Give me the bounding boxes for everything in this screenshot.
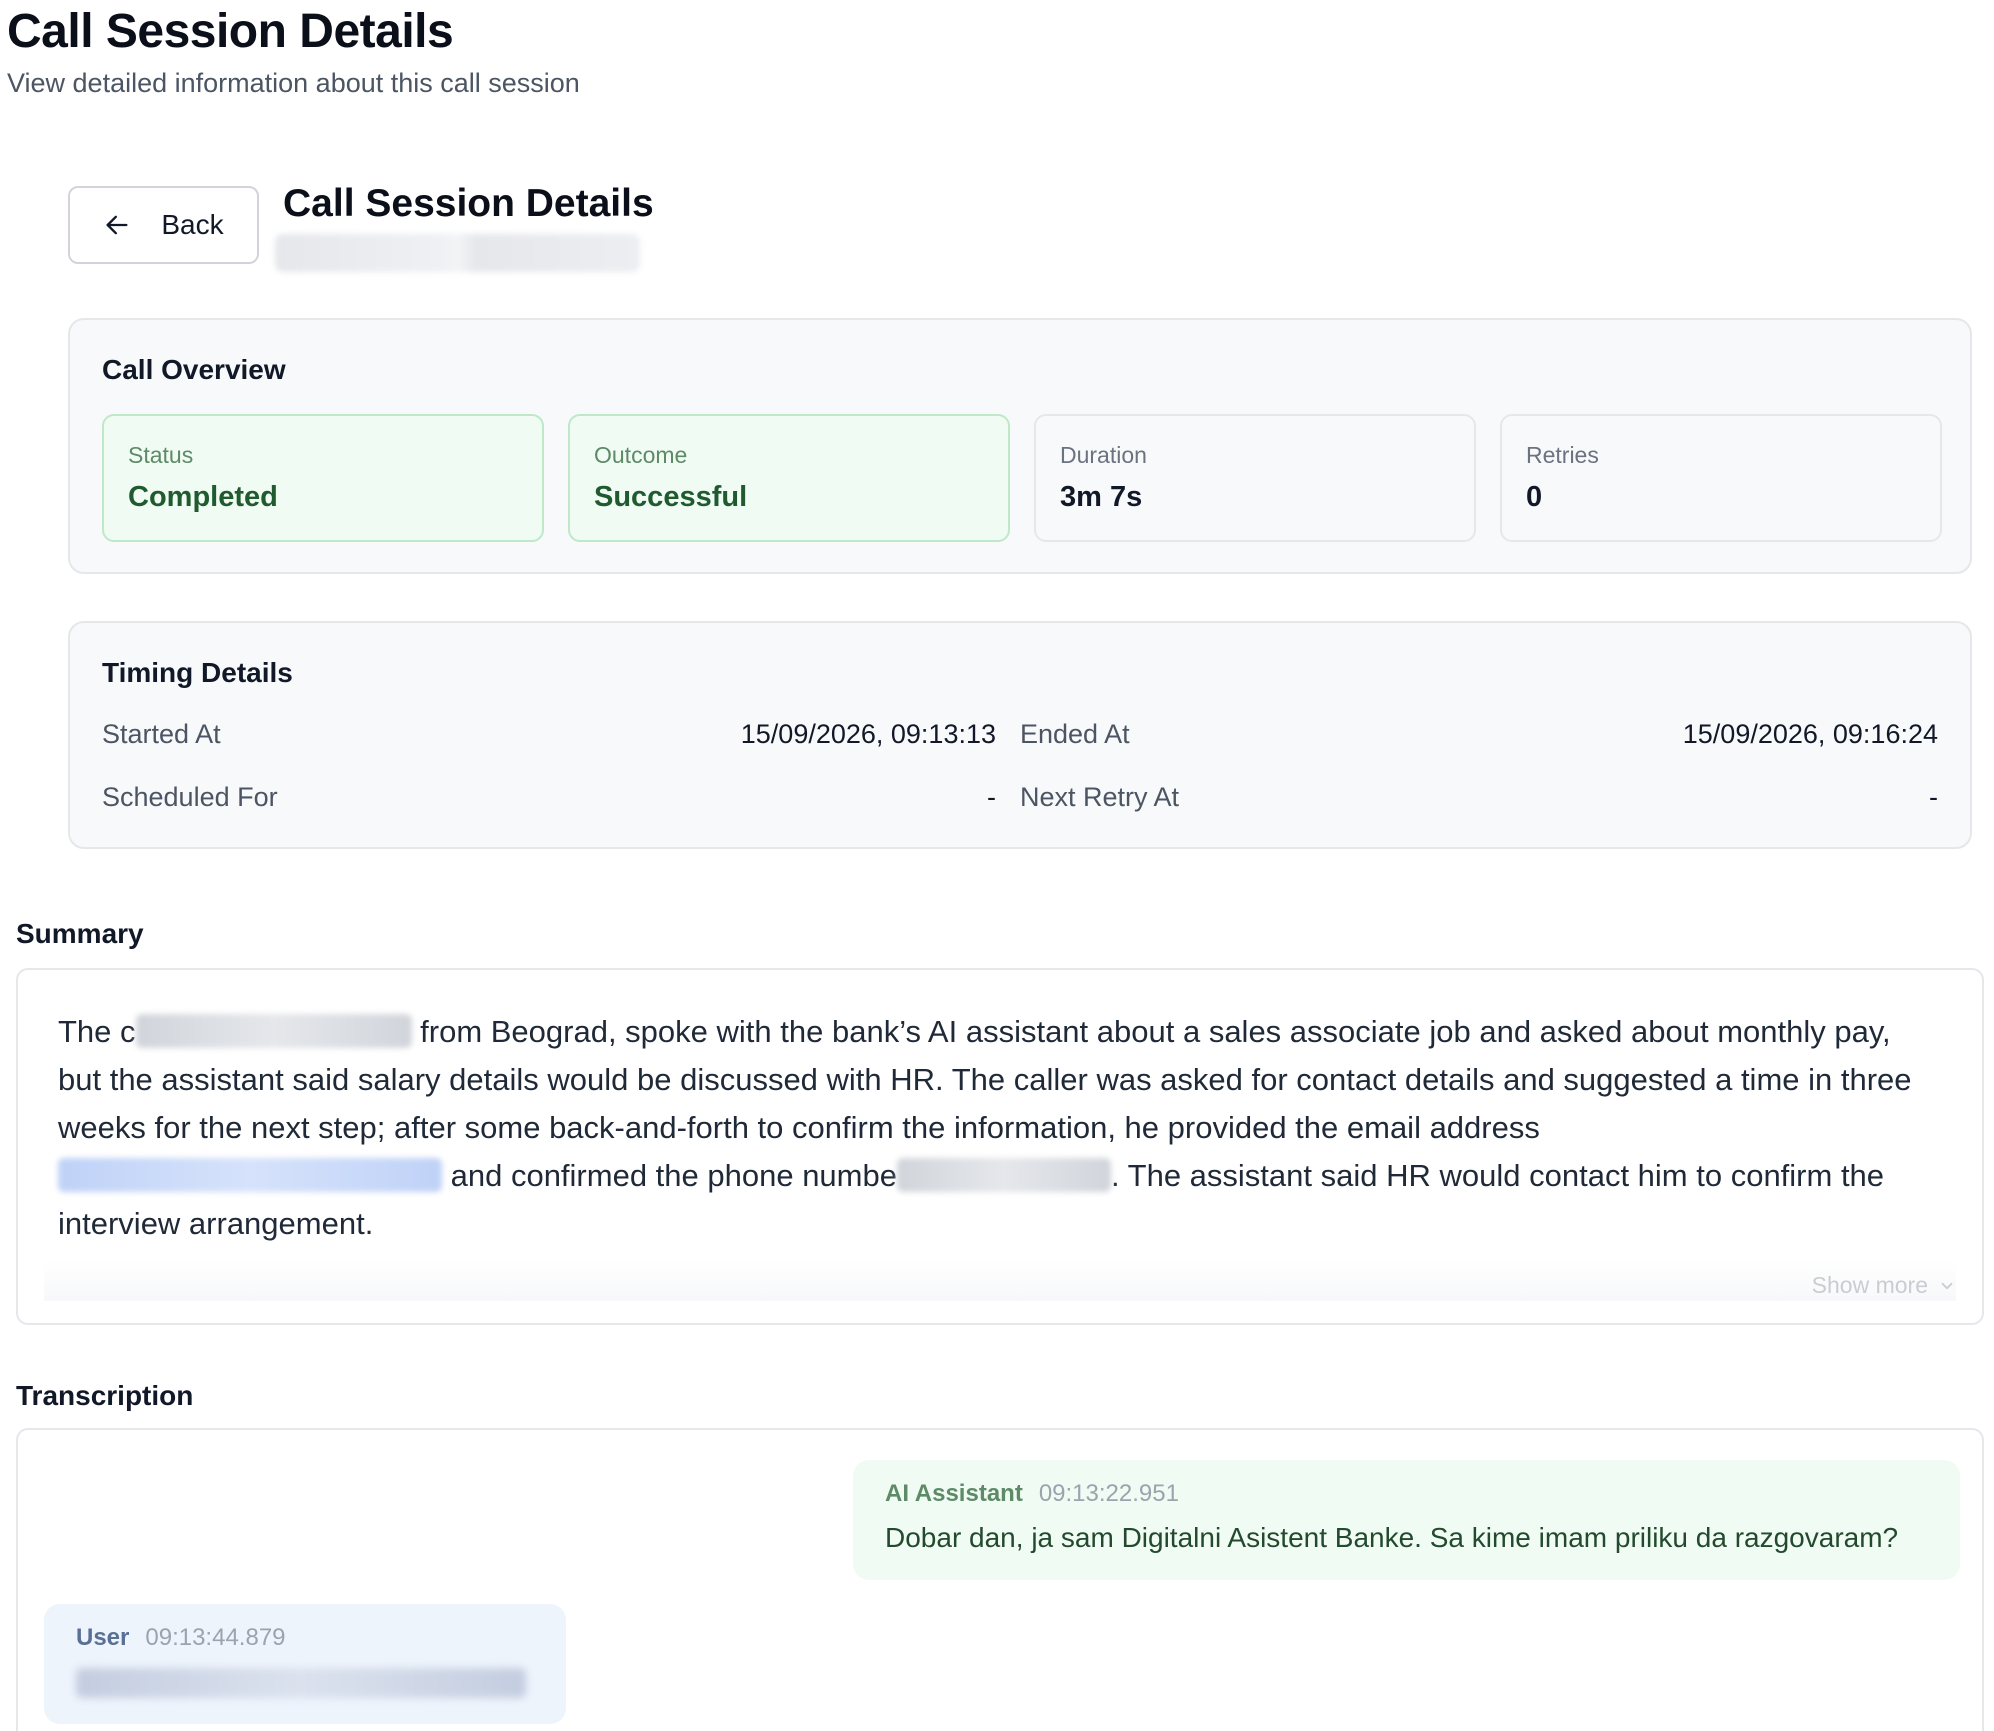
duration-label: Duration xyxy=(1060,442,1147,468)
page-subtitle: View detailed information about this cal… xyxy=(7,68,580,98)
summary-fade xyxy=(44,1259,1956,1301)
arrow-left-icon xyxy=(106,215,128,235)
duration-stat: Duration 3m 7s xyxy=(1034,414,1476,542)
back-button[interactable]: Back xyxy=(68,186,259,264)
status-value: Completed xyxy=(128,481,278,513)
phone-redacted xyxy=(896,1158,1111,1192)
started-at-value: 15/09/2026, 09:13:13 xyxy=(740,719,996,749)
message-meta: AI Assistant 09:13:22.951 xyxy=(885,1480,1928,1508)
duration-value: 3m 7s xyxy=(1060,481,1143,513)
retries-value: 0 xyxy=(1526,481,1543,513)
summary-text-part: The c xyxy=(58,1014,136,1049)
next-retry-label: Next Retry At xyxy=(1020,782,1180,812)
show-more-label: Show more xyxy=(1811,1272,1928,1298)
message-bubble-user: User 09:13:44.879 xyxy=(44,1604,566,1724)
transcription-title: Transcription xyxy=(16,1380,194,1411)
outcome-value: Successful xyxy=(594,481,748,513)
call-overview-title: Call Overview xyxy=(102,354,286,385)
message-time: 09:13:22.951 xyxy=(1038,1480,1179,1507)
started-at-label: Started At xyxy=(102,719,221,749)
timing-details-title: Timing Details xyxy=(102,657,293,688)
message-speaker: User xyxy=(76,1624,130,1651)
retries-stat: Retries 0 xyxy=(1500,414,1942,542)
summary-title: Summary xyxy=(16,918,144,949)
page-title: Call Session Details xyxy=(7,5,454,58)
session-title: Call Session Details xyxy=(283,182,654,225)
timing-row: Scheduled For - Next Retry At - xyxy=(102,782,1938,822)
message-bubble-ai: AI Assistant 09:13:22.951 Dobar dan, ja … xyxy=(853,1460,1960,1580)
scheduled-for-value: - xyxy=(987,782,996,812)
summary-box: The c from Beograd, spoke with the bank’… xyxy=(16,968,1984,1325)
message-meta: User 09:13:44.879 xyxy=(76,1624,534,1652)
message-speaker: AI Assistant xyxy=(885,1480,1023,1507)
ended-at-label: Ended At xyxy=(1020,719,1130,749)
ended-at-value: 15/09/2026, 09:16:24 xyxy=(1682,719,1938,749)
email-redacted xyxy=(58,1158,442,1192)
summary-text: The c from Beograd, spoke with the bank’… xyxy=(58,1008,1928,1248)
caller-name-redacted xyxy=(135,1014,412,1048)
retries-label: Retries xyxy=(1526,442,1599,468)
status-label: Status xyxy=(128,442,194,468)
transcription-box: AI Assistant 09:13:22.951 Dobar dan, ja … xyxy=(16,1428,1984,1731)
show-more-button[interactable]: Show more xyxy=(1812,1272,1956,1299)
timing-row: Started At 15/09/2026, 09:13:13 Ended At… xyxy=(102,719,1938,759)
message-time: 09:13:44.879 xyxy=(145,1624,286,1651)
back-button-label: Back xyxy=(161,209,224,240)
message-text: Dobar dan, ja sam Digitalni Asistent Ban… xyxy=(885,1522,1899,1553)
session-id-redacted xyxy=(275,234,640,272)
call-overview-card: Call Overview Status Completed Outcome S… xyxy=(68,318,1972,574)
scheduled-for-label: Scheduled For xyxy=(102,782,278,812)
timing-details-card: Timing Details Started At 15/09/2026, 09… xyxy=(68,621,1972,849)
outcome-label: Outcome xyxy=(594,442,688,468)
user-message-redacted xyxy=(76,1668,526,1698)
page-header: Call Session Details View detailed infor… xyxy=(7,4,580,99)
chevron-down-icon xyxy=(1941,1282,1953,1289)
outcome-stat: Outcome Successful xyxy=(568,414,1010,542)
summary-text-part: and confirmed the phone numbe xyxy=(442,1158,897,1193)
next-retry-value: - xyxy=(1929,782,1938,812)
status-stat: Status Completed xyxy=(102,414,544,542)
